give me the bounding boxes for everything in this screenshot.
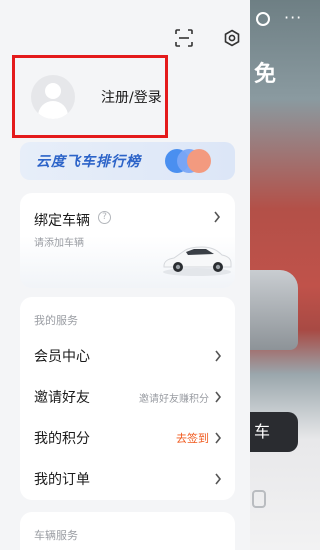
bind-vehicle-subtitle: 请添加车辆	[34, 238, 84, 249]
rank-banner-label: 云度飞车排行榜	[36, 154, 141, 170]
menu-item-invite-friends[interactable]: 邀请好友 邀请好友赚积分	[20, 377, 235, 417]
bg-circle-icon	[256, 12, 270, 26]
background-app: ··· 免 车	[250, 0, 320, 550]
user-avatar-icon	[31, 74, 75, 119]
bg-bottom-icon	[252, 490, 266, 508]
bg-title: 免	[254, 62, 277, 87]
top-toolbar	[172, 26, 244, 50]
chevron-right-icon	[214, 473, 222, 485]
bg-car-image	[250, 270, 298, 350]
bg-button: 车	[250, 412, 298, 452]
menu-item-label: 我的积分	[34, 431, 90, 447]
rank-banner[interactable]: 云度飞车排行榜	[20, 142, 235, 180]
chevron-right-icon	[214, 350, 222, 362]
login-label[interactable]: 注册/登录	[101, 87, 162, 107]
bind-vehicle-title: 绑定车辆	[34, 213, 90, 229]
menu-item-my-points[interactable]: 我的积分 去签到	[20, 418, 235, 458]
services-section-label: 我的服务	[34, 314, 78, 327]
menu-item-label: 会员中心	[34, 349, 90, 365]
sign-in-link[interactable]: 去签到	[176, 430, 209, 446]
scan-icon[interactable]	[172, 26, 196, 50]
my-services-card: 我的服务 会员中心 邀请好友 邀请好友赚积分 我的积分 去签到 我的订单	[20, 297, 235, 500]
help-icon[interactable]: ?	[98, 211, 111, 224]
rank-avatars-icon	[165, 149, 225, 173]
side-drawer: 注册/登录 云度飞车排行榜 绑定车辆 ? 请添加车辆 我的服务 会员中心 邀请好…	[0, 0, 250, 550]
more-icon: ···	[284, 8, 303, 27]
menu-item-label: 我的订单	[34, 472, 90, 488]
bind-vehicle-card[interactable]: 绑定车辆 ? 请添加车辆	[20, 193, 235, 288]
chevron-right-icon	[214, 432, 222, 444]
menu-item-my-orders[interactable]: 我的订单	[20, 459, 235, 499]
menu-item-label: 邀请好友	[34, 390, 90, 406]
invite-hint: 邀请好友赚积分	[139, 393, 209, 405]
vehicle-services-card: 车辆服务	[20, 512, 235, 550]
profile-login-card[interactable]: 注册/登录	[12, 55, 168, 138]
settings-icon[interactable]	[220, 26, 244, 50]
car-image	[163, 246, 232, 276]
vehicle-services-section-label: 车辆服务	[34, 529, 78, 542]
menu-item-member-center[interactable]: 会员中心	[20, 336, 235, 376]
chevron-right-icon	[213, 211, 221, 223]
chevron-right-icon	[214, 391, 222, 403]
